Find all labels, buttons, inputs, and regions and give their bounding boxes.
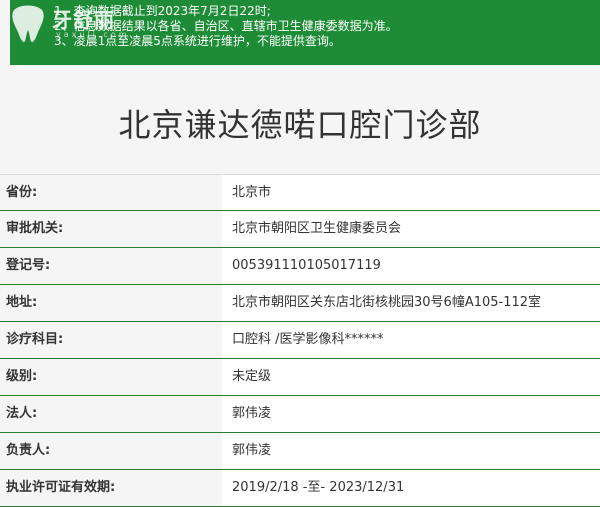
row-value: 未定级 — [222, 359, 600, 395]
row-label: 级别: — [0, 359, 222, 395]
table-row: 执业许可证有效期: 2019/2/18 -至- 2023/12/31 — [0, 470, 600, 507]
row-label: 负责人: — [0, 433, 222, 469]
table-row: 法人: 郭伟凌 — [0, 396, 600, 433]
row-label: 执业许可证有效期: — [0, 470, 222, 506]
page-title: 北京谦达德喏口腔门诊部 — [118, 106, 482, 144]
table-row: 级别: 未定级 — [0, 359, 600, 396]
row-value: 北京市 — [222, 175, 600, 210]
watermark-logo: 牙舒丽 yaxuli.com — [0, 0, 140, 50]
tooth-icon — [12, 5, 44, 42]
row-label: 诊疗科目: — [0, 322, 222, 358]
watermark-subtext: yaxuli.com — [56, 30, 130, 39]
row-label: 审批机关: — [0, 211, 222, 247]
row-label: 登记号: — [0, 248, 222, 284]
table-row: 负责人: 郭伟凌 — [0, 433, 600, 470]
row-value: 005391110105017119 — [222, 248, 600, 284]
watermark-text: 牙舒丽 — [52, 8, 115, 32]
row-label: 地址: — [0, 285, 222, 321]
table-row: 省份: 北京市 — [0, 174, 600, 211]
row-value: 2019/2/18 -至- 2023/12/31 — [222, 470, 600, 506]
row-value: 北京市朝阳区卫生健康委员会 — [222, 211, 600, 247]
table-row: 登记号: 005391110105017119 — [0, 248, 600, 285]
table-row: 地址: 北京市朝阳区关东店北街核桃园30号6幢A105-112室 — [0, 285, 600, 322]
row-label: 省份: — [0, 175, 222, 210]
row-value: 郭伟凌 — [222, 396, 600, 432]
details-table: 省份: 北京市 审批机关: 北京市朝阳区卫生健康委员会 登记号: 0053911… — [0, 174, 600, 507]
table-row: 诊疗科目: 口腔科 /医学影像科****** — [0, 322, 600, 359]
row-value: 郭伟凌 — [222, 433, 600, 469]
row-label: 法人: — [0, 396, 222, 432]
table-row: 审批机关: 北京市朝阳区卫生健康委员会 — [0, 211, 600, 248]
row-value: 口腔科 /医学影像科****** — [222, 322, 600, 358]
row-value: 北京市朝阳区关东店北街核桃园30号6幢A105-112室 — [222, 285, 600, 321]
